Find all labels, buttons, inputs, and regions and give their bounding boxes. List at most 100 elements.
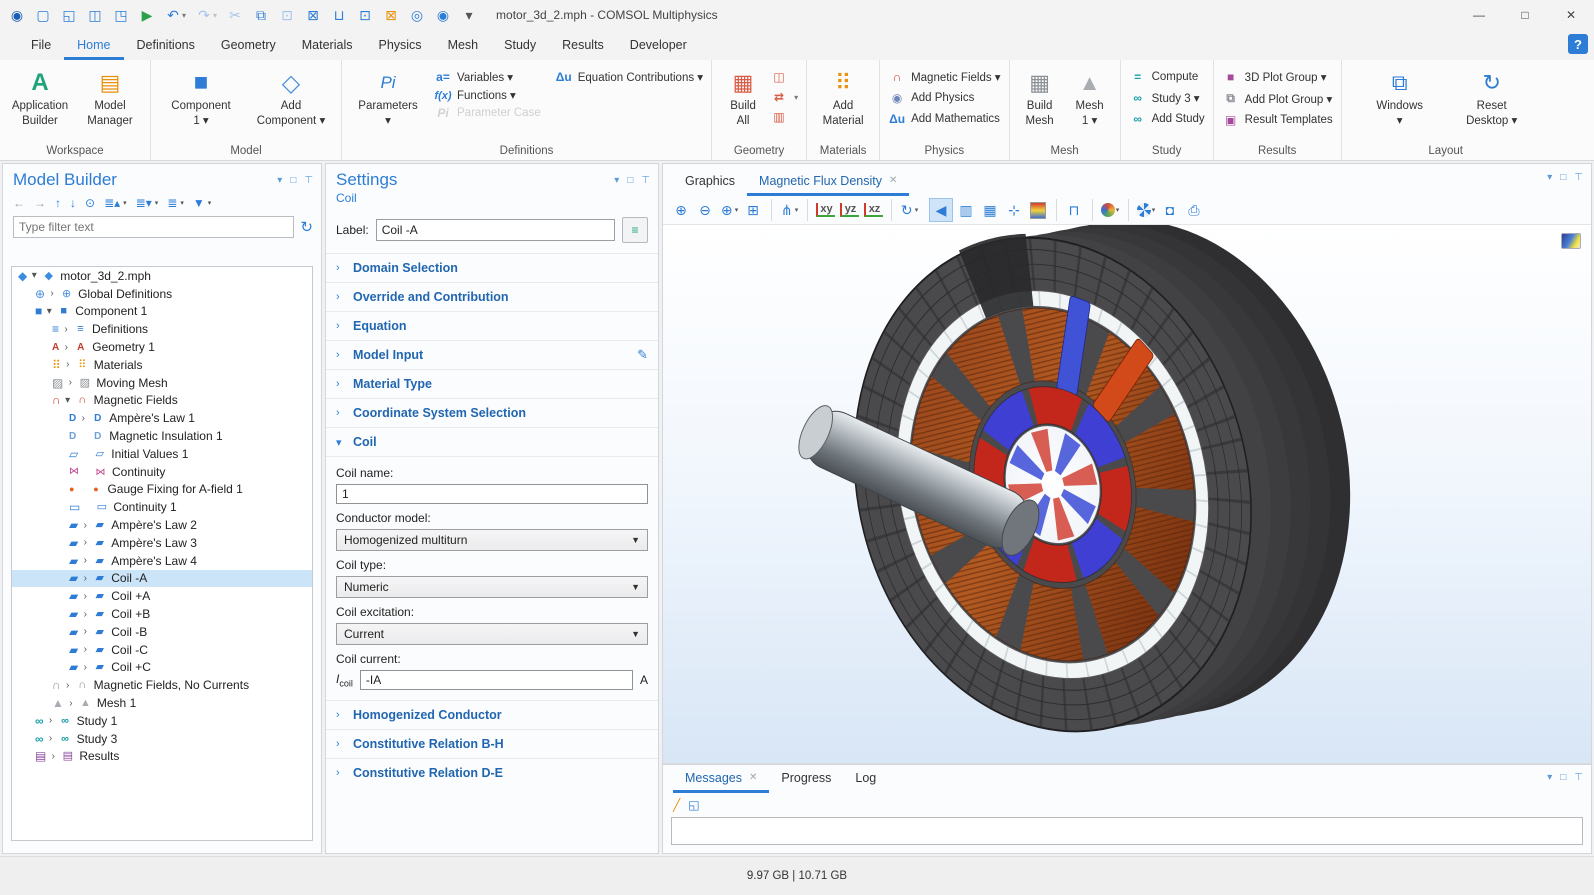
result-templates-button[interactable]: Result Templates — [1222, 113, 1333, 127]
add-physics-button[interactable]: Add Physics — [888, 91, 1001, 105]
graphics-tool[interactable]: ▥ — [955, 199, 977, 221]
close-tab-icon[interactable]: ✕ — [889, 175, 897, 186]
section-header[interactable]: › Coordinate System Selection — [326, 398, 658, 427]
tree-item[interactable]: › Coil +C — [12, 659, 312, 677]
expander-icon[interactable]: › — [61, 359, 75, 370]
graphics-tool[interactable] — [1027, 199, 1049, 221]
clear-selection-button[interactable]: ⊠ — [380, 3, 402, 27]
menu-item[interactable]: Physics — [365, 30, 434, 60]
menu-item[interactable]: Mesh — [435, 30, 492, 60]
save-as-button[interactable]: ◳ — [110, 3, 132, 27]
expander-icon[interactable]: › — [78, 626, 92, 637]
mesh-1-button[interactable]: Mesh 1 ▾ — [1068, 66, 1112, 128]
application-builder-button[interactable]: Application Builder — [8, 66, 72, 128]
nav-back-button[interactable]: ← — [13, 196, 25, 210]
magnetic-fields-button[interactable]: Magnetic Fields ▾ — [888, 70, 1001, 84]
3d-plot-group-button[interactable]: 3D Plot Group ▾ — [1222, 70, 1333, 84]
build-all-button[interactable]: Build All — [720, 66, 766, 128]
graphics-tool[interactable]: ⊕ — [670, 199, 692, 221]
graphics-tool[interactable]: ◘ — [1159, 199, 1181, 221]
expander-icon[interactable]: › — [78, 573, 92, 584]
partition-button[interactable] — [770, 110, 798, 124]
redo-button[interactable]: ↷ ▾ — [193, 3, 220, 27]
plot-thumbnail-icon[interactable] — [1561, 233, 1581, 249]
expander-icon[interactable]: ▾ — [27, 270, 41, 281]
filter-button[interactable]: ▼ ▾ — [193, 196, 211, 210]
move-up-button[interactable]: ↑ — [55, 196, 61, 210]
graphics-tool[interactable]: ⊓ — [1056, 199, 1085, 221]
graphics-tool[interactable]: ⎙ — [1183, 199, 1205, 221]
rename-button[interactable]: ≡ — [622, 217, 648, 243]
graphics-tab[interactable]: Magnetic Flux Density ✕ — [747, 165, 909, 196]
paste-button[interactable]: ⊡ — [276, 3, 298, 27]
menu-item[interactable]: Geometry — [208, 30, 289, 60]
tree-item[interactable]: › Materials — [12, 356, 312, 374]
expander-icon[interactable]: › — [78, 662, 92, 673]
add-plot-group-button[interactable]: Add Plot Group ▾ — [1222, 91, 1333, 106]
add-study-button[interactable]: Add Study — [1129, 112, 1205, 126]
pin-panel-icon[interactable]: ⊤ — [1574, 172, 1583, 183]
cut-button[interactable]: ✂ — [224, 3, 246, 27]
tree-item[interactable]: › Ampère's Law 1 — [12, 409, 312, 427]
graphics-tool[interactable]: ▾ — [1092, 199, 1121, 221]
clear-messages-button[interactable]: ╱ — [673, 798, 680, 812]
tree-item[interactable]: › Study 1 — [12, 712, 312, 730]
open-file-button[interactable]: ◱ — [58, 3, 80, 27]
expander-icon[interactable]: › — [78, 609, 92, 620]
float-panel-icon[interactable]: □ — [1560, 772, 1566, 783]
build-mesh-button[interactable]: Build Mesh — [1018, 66, 1062, 128]
panel-menu-icon[interactable]: ▾ — [1547, 772, 1552, 783]
graphics-tool[interactable]: ↻ ▾ — [891, 199, 920, 221]
coil-type-select[interactable]: Numeric ▼ — [336, 576, 648, 598]
tree-item[interactable]: ▾ Component 1 — [12, 303, 312, 321]
collapse-all-button[interactable]: ≣▴ ▾ — [104, 196, 127, 210]
label-input[interactable] — [376, 219, 615, 241]
expand-all-button[interactable]: ≣▾ ▾ — [136, 196, 159, 210]
close-tab-icon[interactable]: ✕ — [749, 772, 757, 783]
panel-menu-icon[interactable]: ▾ — [1547, 172, 1552, 183]
panel-menu-icon[interactable]: ▾ — [614, 175, 619, 186]
expander-icon[interactable]: › — [59, 342, 73, 353]
import-button[interactable] — [770, 70, 798, 84]
menu-item[interactable]: Results — [549, 30, 617, 60]
tree-item[interactable]: › Global Definitions — [12, 285, 312, 303]
comsol-logo-button[interactable]: ◉ — [6, 3, 28, 27]
tree-item[interactable]: ▾ motor_3d_2.mph — [12, 267, 312, 285]
motor-3d-plot[interactable] — [663, 225, 1591, 763]
expander-icon[interactable]: › — [63, 377, 77, 388]
help-button[interactable]: ? — [1568, 34, 1588, 54]
windows-button[interactable]: Windows ▾ — [1368, 66, 1432, 128]
section-header[interactable]: › Constitutive Relation D-E — [326, 758, 658, 787]
expander-icon[interactable]: ▾ — [42, 306, 56, 317]
tree-item[interactable]: › Study 3 — [12, 730, 312, 748]
section-header[interactable]: › Equation — [326, 311, 658, 340]
livelink-sync-button[interactable]: ▾ — [770, 90, 798, 104]
expander-icon[interactable]: › — [61, 680, 75, 691]
open-in-window-button[interactable]: ◱ — [688, 798, 699, 812]
panel-menu-icon[interactable]: ▾ — [277, 175, 282, 186]
model-tree-node-text-button[interactable]: ≣ ▾ — [167, 196, 184, 210]
messages-tab[interactable]: Progress — [769, 762, 843, 793]
new-file-button[interactable]: ▢ — [32, 3, 54, 27]
graphics-tool[interactable]: ▦ — [979, 199, 1001, 221]
tree-item[interactable]: › Ampère's Law 4 — [12, 552, 312, 570]
undo-button[interactable]: ↶ ▾ — [162, 3, 189, 27]
expander-icon[interactable]: › — [78, 644, 92, 655]
pin-panel-icon[interactable]: ⊤ — [1574, 772, 1583, 783]
menu-item[interactable]: Definitions — [124, 30, 208, 60]
tree-filter-input[interactable] — [13, 216, 294, 238]
tree-item[interactable]: › Mesh 1 — [12, 694, 312, 712]
graphics-tool[interactable]: ⊹ — [1003, 199, 1025, 221]
menu-item[interactable]: Materials — [289, 30, 366, 60]
expander-icon[interactable]: › — [78, 520, 92, 531]
parameter-case-button[interactable]: Parameter Case — [434, 106, 541, 120]
graphics-tool[interactable]: ⊞ — [742, 199, 764, 221]
expander-icon[interactable]: ▾ — [61, 395, 75, 406]
section-header[interactable]: › Override and Contribution — [326, 282, 658, 311]
show-button[interactable]: ⊙ — [85, 196, 95, 210]
graphics-tab[interactable]: Graphics — [673, 165, 747, 196]
move-down-button[interactable]: ↓ — [70, 196, 76, 210]
menu-item[interactable]: File — [18, 30, 64, 60]
equation-contributions-button[interactable]: Equation Contributions ▾ — [555, 70, 703, 84]
variables-button[interactable]: Variables ▾ — [434, 70, 541, 84]
